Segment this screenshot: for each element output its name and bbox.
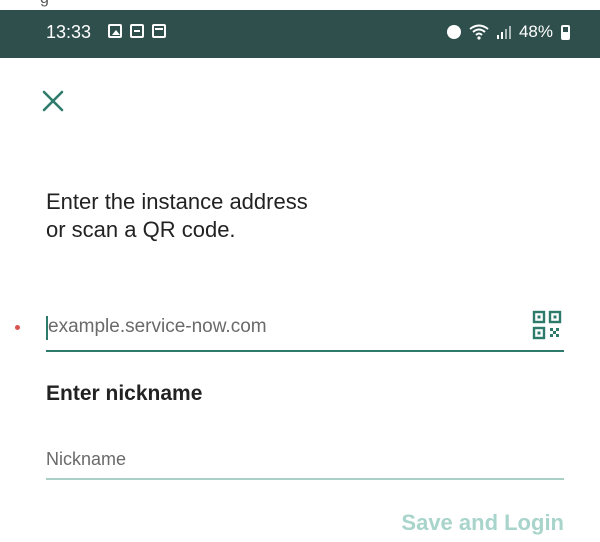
photo-icon: [108, 24, 122, 38]
app-screen: g 13:33: [0, 0, 600, 542]
text-cursor: [46, 316, 48, 340]
top-strip: g: [0, 0, 600, 10]
status-time: 13:33: [46, 22, 92, 42]
status-system-icons: 48%: [446, 22, 570, 42]
alarm-icon: [446, 25, 461, 39]
status-notification-icons: [108, 24, 166, 38]
qr-code-icon: [532, 310, 562, 340]
battery-icon: [561, 24, 570, 40]
save-and-login-button[interactable]: Save and Login: [401, 510, 564, 536]
nickname-heading: Enter nickname: [46, 382, 203, 405]
clipped-text: g: [40, 0, 49, 8]
required-indicator: [15, 325, 20, 330]
nickname-field: [46, 444, 564, 480]
status-bar: 13:33 48%: [0, 10, 600, 58]
close-icon: [42, 90, 64, 112]
nickname-field-underline: [46, 478, 564, 480]
battery-percent: 48%: [518, 22, 553, 41]
instructions-line-1: Enter the instance address: [46, 189, 308, 214]
signal-icon: [496, 25, 511, 39]
nickname-input[interactable]: [46, 444, 564, 474]
wifi-icon: [469, 24, 489, 40]
instructions-line-2: or scan a QR code.: [46, 217, 236, 242]
message-icon: [130, 24, 144, 38]
instance-address-input[interactable]: [46, 310, 564, 344]
calendar-icon: [152, 24, 166, 38]
scan-qr-button[interactable]: [532, 310, 562, 342]
instance-field-underline: [46, 350, 564, 352]
instructions-text: Enter the instance address or scan a QR …: [46, 188, 466, 244]
instance-address-field: [46, 310, 564, 352]
close-button[interactable]: [38, 86, 68, 116]
